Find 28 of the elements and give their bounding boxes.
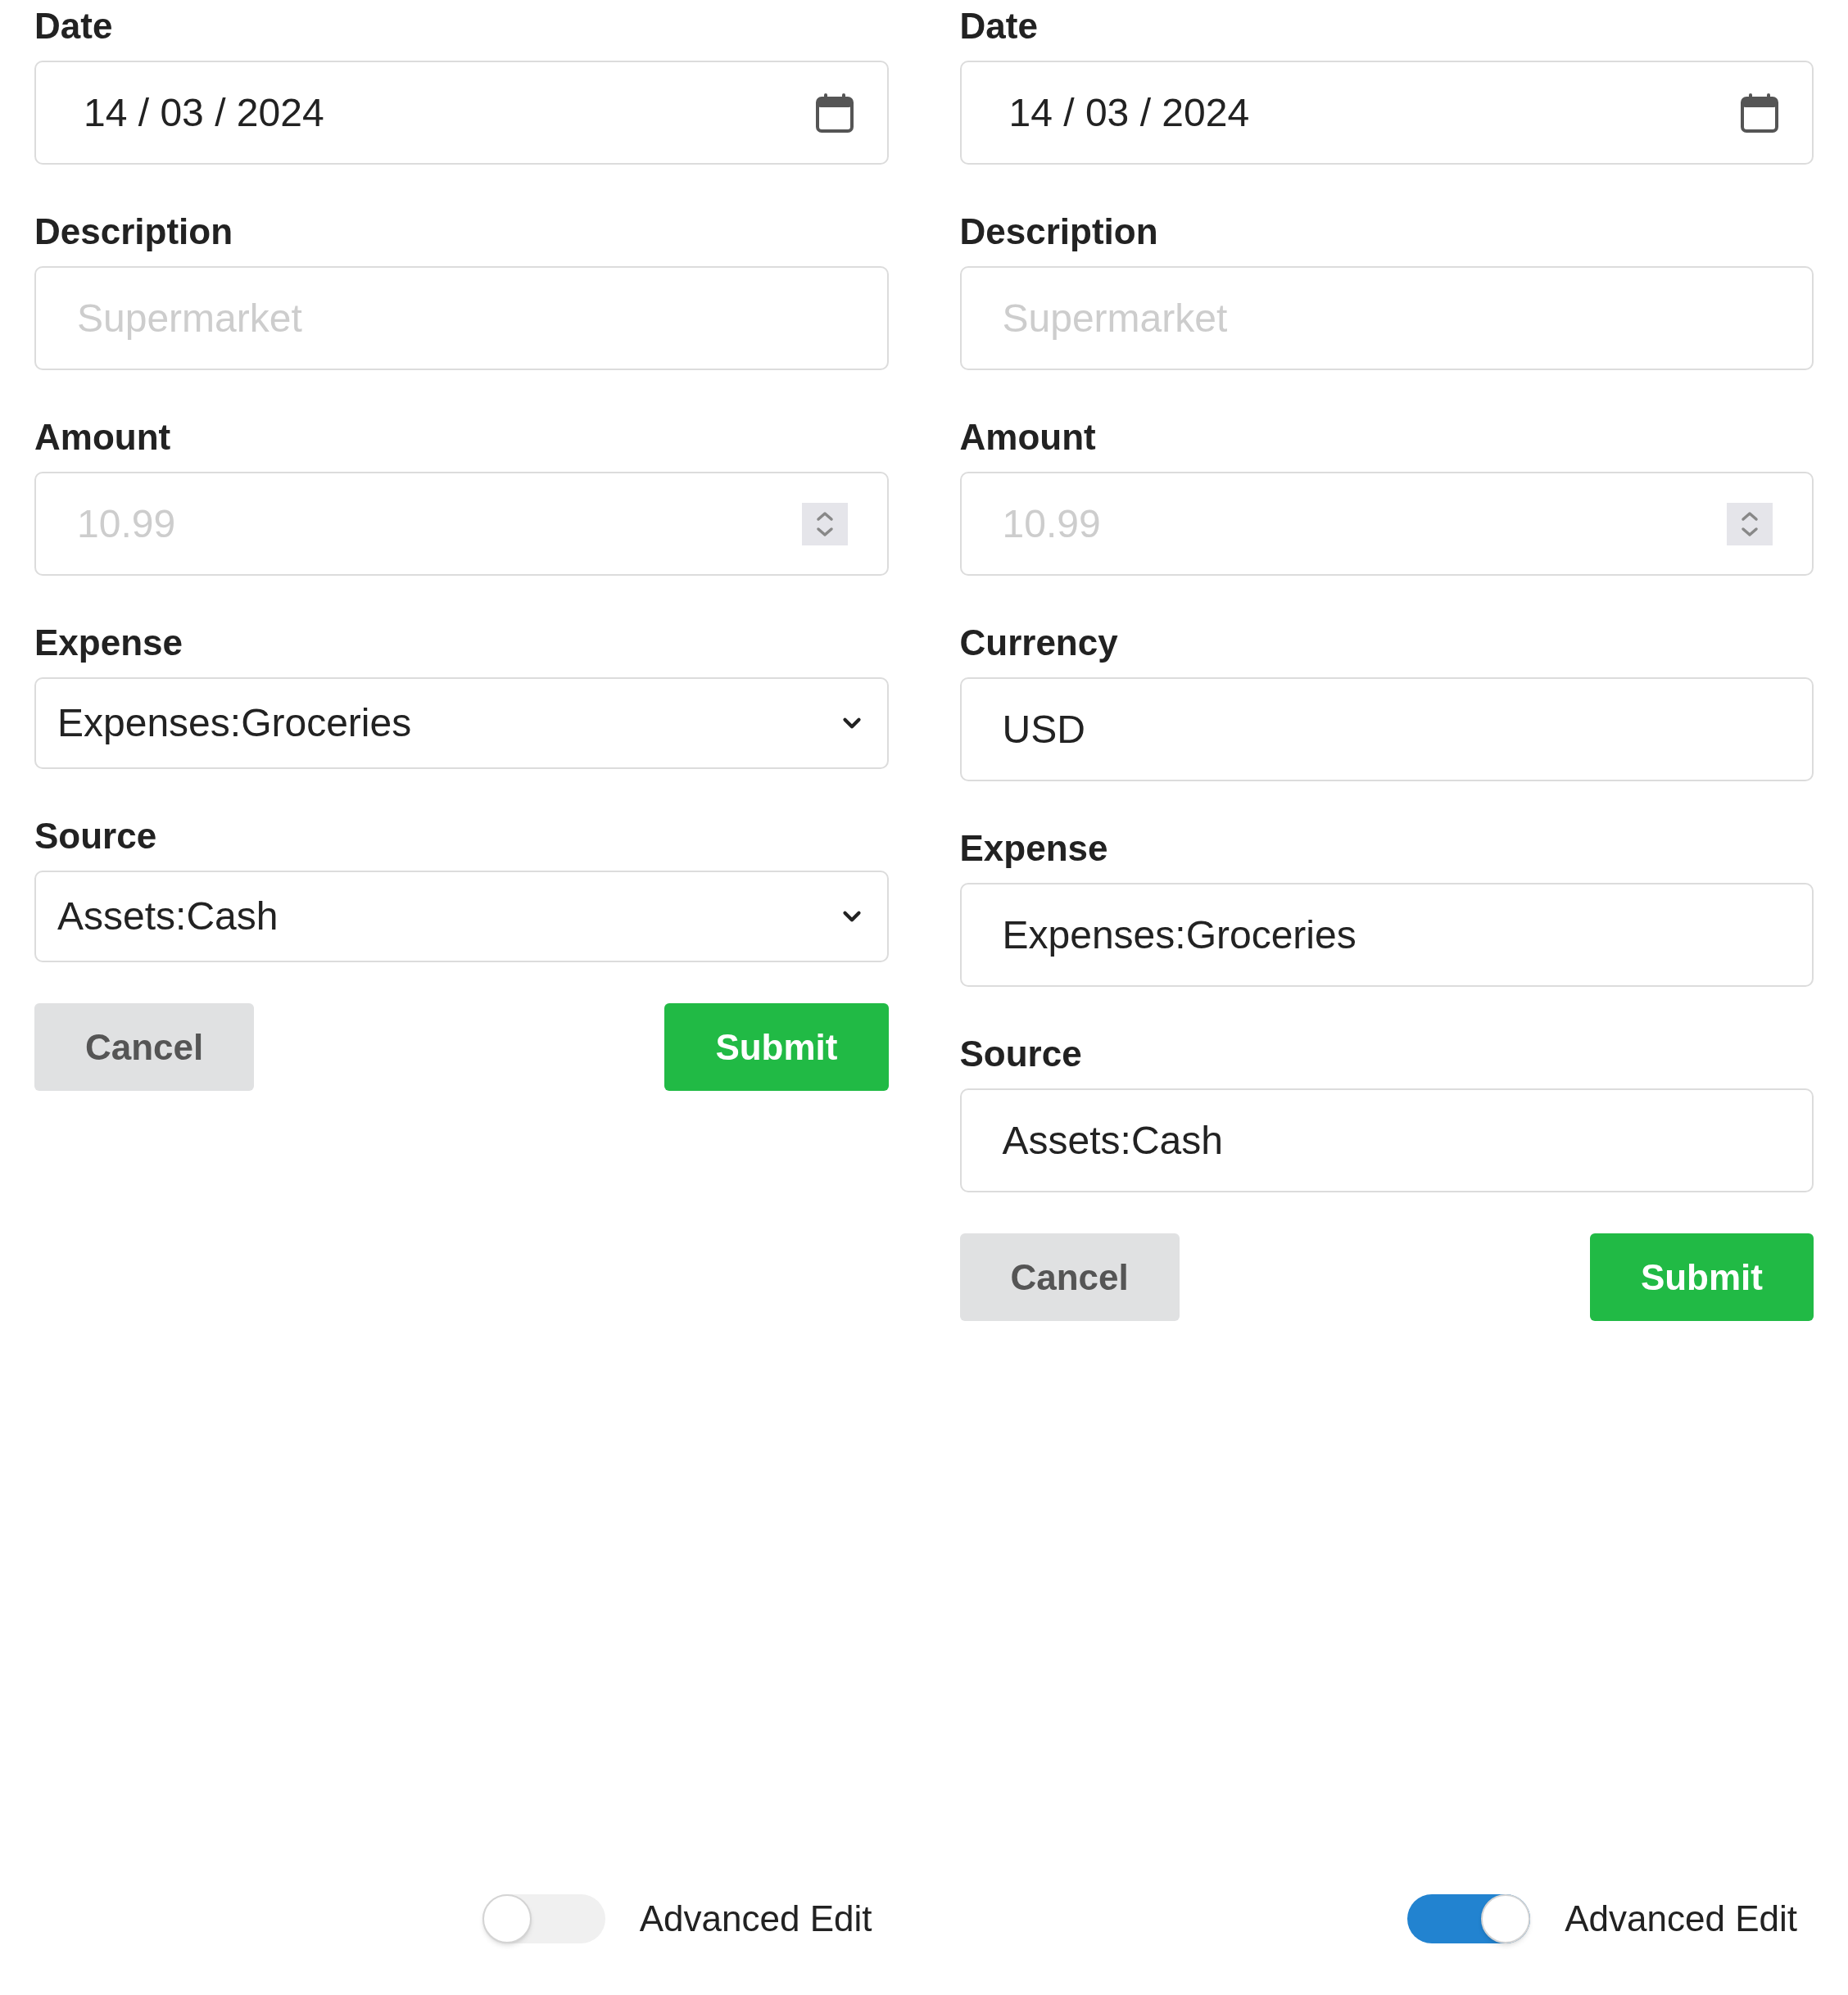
field-label: Amount [959,416,1097,459]
text-field[interactable]: Expenses:Groceries [959,883,1814,987]
field-label: Expense [34,622,183,664]
select-field[interactable]: Assets:Cash [34,871,889,962]
toggle-label: Advanced Edit [639,1898,872,1940]
text-field[interactable]: Assets:Cash [959,1088,1814,1192]
toggle-label: Advanced Edit [1565,1898,1797,1940]
text-field[interactable]: USD [959,677,1814,781]
field-label: Description [34,210,234,253]
toggle-switch[interactable] [1407,1894,1531,1943]
date-field[interactable]: 14 / 03 / 2024 [959,61,1814,165]
field-label: Description [959,210,1159,253]
cancel-button[interactable]: Cancel [959,1233,1180,1321]
calendar-icon [1740,92,1779,133]
field-label: Currency [959,622,1119,664]
field-label: Date [34,5,114,48]
field-label: Source [34,815,158,857]
spinner-icon[interactable] [801,502,848,545]
field-label: Source [959,1033,1083,1075]
field-label: Date [959,5,1039,48]
date-field[interactable]: 14 / 03 / 2024 [34,61,889,165]
field-label: Expense [959,827,1109,870]
toggle-switch[interactable] [482,1894,605,1943]
cancel-button[interactable]: Cancel [34,1003,255,1091]
spinner-icon[interactable] [1727,502,1773,545]
field-label: Amount [34,416,172,459]
calendar-icon [814,92,854,133]
select-field[interactable]: Expenses:Groceries [34,677,889,769]
